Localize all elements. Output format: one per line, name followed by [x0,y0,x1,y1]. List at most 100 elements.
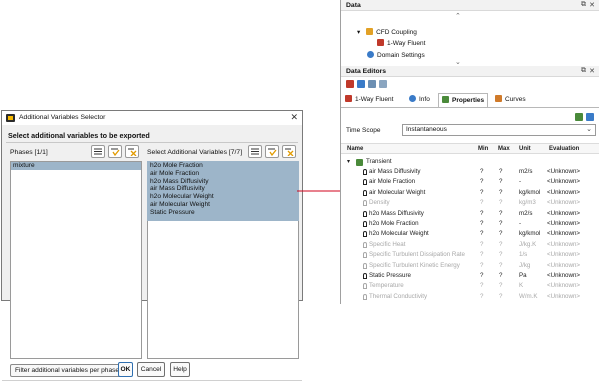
property-min: ? [480,178,484,186]
variable-item[interactable]: air Mass Diffusivity [148,185,298,194]
property-row[interactable]: Specific Turbulent Kinetic Energy?? J/kg <… [341,261,599,271]
variables-list[interactable]: h2o Mole Fraction air Mole Fraction h2o Ma… [147,161,299,221]
coupling-icon [366,28,374,35]
property-eval: <Unknown> [547,188,581,196]
property-row[interactable]: air Mole Fraction?? - <Unknown> [341,177,599,187]
property-row[interactable]: Static Pressure?? Pa <Unknown> [341,271,599,281]
tree-expander-icon[interactable]: ▾ [347,157,350,167]
property-unit: 1/s [519,251,528,259]
ok-button[interactable]: OK [118,362,133,377]
property-name: h2o Mass Diffusivity [369,209,424,217]
variable-item[interactable]: h2o Mole Fraction [148,162,298,170]
help-button[interactable]: Help [170,362,190,377]
scroll-up-icon[interactable]: ⌃ [455,12,461,20]
close-panel-icon[interactable]: ✕ [589,1,595,9]
tab-1-way-fluent[interactable]: 1-Way Fluent [345,93,393,107]
check-variables-button[interactable] [265,145,279,158]
pin-icon[interactable] [363,179,367,186]
tree-item-label: 1-Way Fluent [387,40,426,47]
property-row[interactable]: air Mass Diffusivity?? m2/s <Unknown> [341,167,599,177]
select-all-phases-button[interactable] [91,145,105,158]
pin-icon[interactable] [363,189,367,196]
pin-icon[interactable] [363,210,367,217]
property-row[interactable]: Density?? kg/m3 <Unknown> [341,198,599,208]
property-name: h2o Molecular Weight [369,230,429,238]
property-max: ? [499,292,503,300]
collapse-all-icon[interactable] [586,113,594,121]
property-unit: - [519,178,522,186]
tree-expander-icon[interactable]: ▾ [357,29,360,36]
pin-icon[interactable] [363,169,367,175]
pin-icon[interactable] [363,293,367,300]
divider [341,107,599,108]
filter-variables-per-phase-button[interactable]: Filter additional variables per phase [10,364,125,377]
filter-icon[interactable] [368,80,376,88]
pin-icon[interactable] [363,283,367,290]
additional-variables-dialog: Additional Variables Selector ✕ Select a… [1,110,303,381]
property-row[interactable]: h2o Mass Diffusivity?? m2/s <Unknown> [341,209,599,219]
check-phases-button[interactable] [108,145,122,158]
property-eval: <Unknown> [547,178,581,186]
select-all-variables-button[interactable] [248,145,262,158]
float-panel-icon[interactable]: ⧉ [581,1,586,9]
variable-item[interactable]: h2o Mass Diffusivity [148,177,298,186]
property-row[interactable]: h2o Molecular Weight?? kg/kmol <Unknown> [341,229,599,239]
pin-icon[interactable] [363,273,367,279]
tab-label: 1-Way Fluent [355,96,394,103]
clear-phases-button[interactable] [125,145,139,158]
pin-icon[interactable] [363,200,367,207]
property-row[interactable]: Thermal Conductivity?? W/m.K <Unknown> [341,292,599,302]
tree-item-1-way-fluent[interactable]: 1-Way Fluent [377,39,425,49]
property-row[interactable]: h2o Mole Fraction?? - <Unknown> [341,219,599,229]
pin-icon[interactable] [363,262,367,269]
time-scope-label: Time Scope [346,127,381,134]
property-min: ? [480,199,484,207]
close-panel-icon[interactable]: ✕ [589,67,595,75]
property-row[interactable]: Specific Heat?? J/kg.K <Unknown> [341,240,599,250]
variable-item[interactable]: air Molecular Weight [148,200,298,209]
cancel-button[interactable]: Cancel [137,362,165,377]
tab-curves[interactable]: Curves [495,93,526,107]
clear-variables-button[interactable] [282,145,296,158]
property-name: air Mass Diffusivity [369,168,421,175]
tree-item-domain-settings[interactable]: Domain Settings [367,51,425,61]
tab-properties[interactable]: Properties [438,93,489,107]
column-header: Name [347,146,364,152]
chevron-down-icon[interactable]: ⌄ [586,125,592,133]
property-eval: <Unknown> [547,282,581,290]
phase-item[interactable]: mixture [11,162,141,170]
group-row-transient[interactable]: ▾ Transient [341,157,599,167]
app-logo-icon [6,114,15,122]
variable-item[interactable]: Static Pressure [148,208,298,217]
close-icon[interactable]: ✕ [290,112,298,123]
variable-item[interactable]: air Mole Fraction [148,169,298,178]
edit-icon[interactable] [379,80,387,88]
save-icon[interactable] [357,80,365,88]
property-eval: <Unknown> [547,272,581,279]
property-eval: <Unknown> [547,220,581,227]
divider [6,142,298,143]
stop-icon[interactable] [346,80,354,88]
tab-info[interactable]: Info [409,93,430,107]
tree-item-label: Domain Settings [377,52,425,59]
pin-icon[interactable] [363,221,367,227]
tree-item-cfd-coupling[interactable]: ▾ CFD Coupling [357,28,417,38]
property-min: ? [480,292,484,300]
property-min: ? [480,188,484,196]
property-max: ? [499,261,503,269]
property-eval: <Unknown> [547,209,581,217]
variable-item[interactable]: h2o Molecular Weight [148,193,298,201]
pin-icon[interactable] [363,231,367,238]
tab-label: Info [419,96,430,103]
property-row[interactable]: Specific Turbulent Dissipation Rate?? 1/s… [341,250,599,260]
property-max: ? [499,272,503,279]
pin-icon[interactable] [363,252,367,259]
time-scope-select[interactable]: Instantaneous ⌄ [402,124,596,136]
property-row[interactable]: air Molecular Weight?? kg/kmol <Unknown> [341,188,599,198]
phases-list[interactable]: mixture [10,161,142,359]
expand-all-icon[interactable] [575,113,583,121]
float-panel-icon[interactable]: ⧉ [581,67,586,75]
pin-icon[interactable] [363,241,367,248]
scroll-down-icon[interactable]: ⌄ [455,58,461,66]
property-row[interactable]: Temperature?? K <Unknown> [341,281,599,291]
